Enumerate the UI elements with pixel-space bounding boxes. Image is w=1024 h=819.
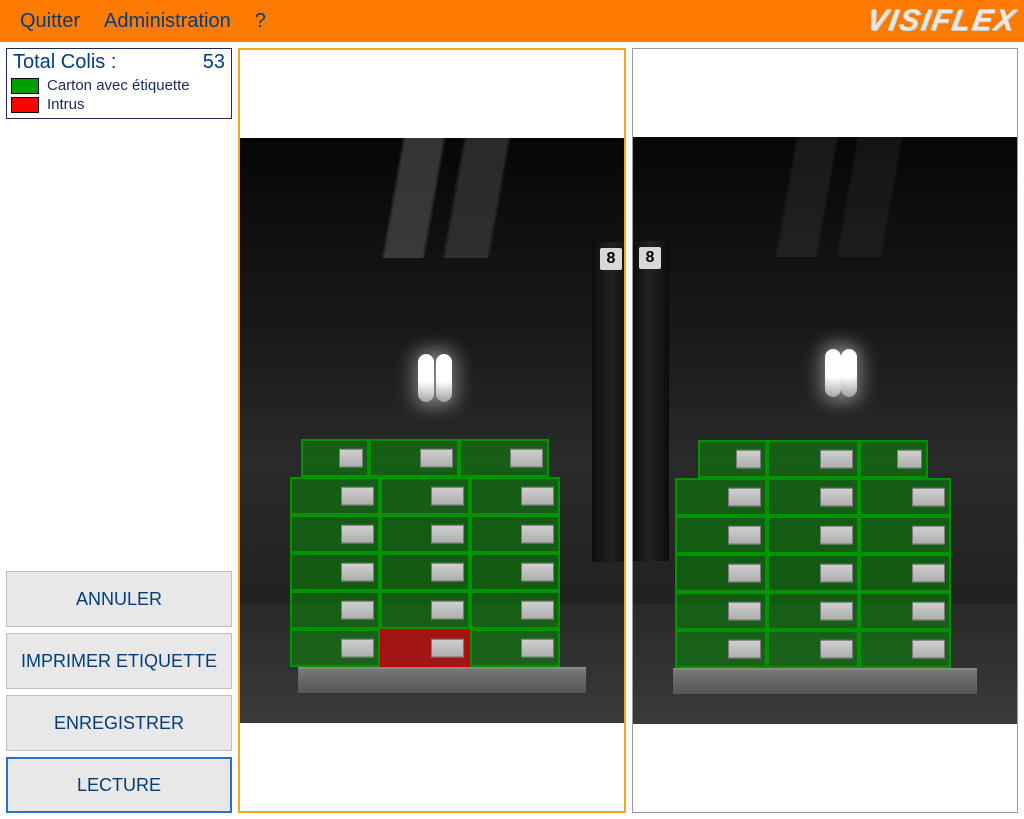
menu-quit[interactable]: Quitter [8, 10, 92, 33]
detected-box [767, 516, 859, 554]
camera-views: 8 8 [238, 48, 1018, 813]
read-button[interactable]: LECTURE [6, 757, 232, 813]
detected-box [380, 515, 470, 553]
detected-box [470, 477, 560, 515]
brand-logo: VISIFLEX [864, 4, 1019, 38]
detected-box [675, 554, 767, 592]
detected-box [767, 630, 859, 668]
menu-bar: Quitter Administration ? VISIFLEX [0, 0, 1024, 42]
detected-box [859, 440, 928, 478]
legend-label-green: Carton avec étiquette [47, 77, 190, 94]
detected-box [459, 439, 549, 477]
sidebar: Total Colis : 53 Carton avec étiquette I… [6, 48, 232, 813]
camera-view-left[interactable]: 8 [238, 48, 626, 813]
detected-box [675, 478, 767, 516]
menu-admin[interactable]: Administration [92, 10, 243, 33]
detected-box [859, 592, 951, 630]
mast-badge-right: 8 [639, 247, 661, 269]
print-button[interactable]: IMPRIMER ETIQUETTE [6, 633, 232, 689]
detected-box [290, 629, 380, 667]
detected-box [859, 630, 951, 668]
detection-overlay-right [675, 440, 951, 668]
swatch-red-icon [11, 97, 39, 113]
detected-box [380, 591, 470, 629]
detected-box [290, 477, 380, 515]
detected-box [470, 591, 560, 629]
detected-box [767, 478, 859, 516]
detected-box [290, 515, 380, 553]
detected-box [290, 591, 380, 629]
detected-box [767, 440, 859, 478]
menu-help[interactable]: ? [243, 10, 278, 33]
detected-box [470, 629, 560, 667]
detected-box [698, 440, 767, 478]
detected-box [767, 554, 859, 592]
detected-box [290, 553, 380, 591]
total-label: Total Colis : [13, 51, 116, 74]
detected-box [767, 592, 859, 630]
legend-entry-red: Intrus [11, 95, 227, 114]
mast-badge-left: 8 [600, 248, 622, 270]
detected-box [470, 553, 560, 591]
cancel-button[interactable]: ANNULER [6, 571, 232, 627]
detected-box [380, 553, 470, 591]
total-value: 53 [203, 51, 225, 74]
detected-box-intrus [380, 629, 470, 667]
detected-box [675, 592, 767, 630]
detected-box [380, 477, 470, 515]
detected-box [859, 516, 951, 554]
save-button[interactable]: ENREGISTRER [6, 695, 232, 751]
detected-box [369, 439, 459, 477]
detection-overlay-left [290, 439, 560, 667]
legend-label-red: Intrus [47, 96, 85, 113]
detected-box [675, 516, 767, 554]
legend-entry-green: Carton avec étiquette [11, 76, 227, 95]
detected-box [859, 478, 951, 516]
detected-box [675, 630, 767, 668]
swatch-green-icon [11, 78, 39, 94]
detected-box [859, 554, 951, 592]
detected-box [470, 515, 560, 553]
detected-box [301, 439, 369, 477]
camera-view-right[interactable]: 8 [632, 48, 1018, 813]
info-panel: Total Colis : 53 Carton avec étiquette I… [6, 48, 232, 119]
